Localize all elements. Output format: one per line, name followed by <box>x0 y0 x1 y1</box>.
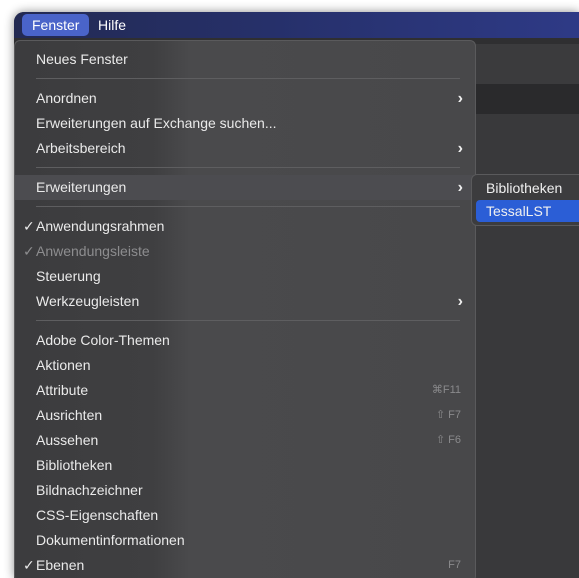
background-panel <box>470 44 579 84</box>
menu-item-werkzeugleisten[interactable]: Werkzeugleisten › <box>15 289 473 314</box>
background-panel <box>470 84 579 114</box>
fenster-menu: Neues Fenster Anordnen › Erweiterungen au… <box>14 40 476 578</box>
menu-item-anwendungsleiste: ✓ Anwendungsleiste <box>15 239 473 264</box>
shortcut-label: ⇧ F6 <box>435 434 461 446</box>
chevron-right-icon: › <box>457 140 463 157</box>
menu-item-dokumentinformationen[interactable]: Dokumentinformationen <box>15 528 473 553</box>
menu-item-neues-fenster[interactable]: Neues Fenster <box>15 47 473 72</box>
chevron-right-icon: › <box>457 179 463 196</box>
menu-item-bibliotheken[interactable]: Bibliotheken <box>15 453 473 478</box>
chevron-right-icon: › <box>457 293 463 310</box>
menu-item-erweiterungen[interactable]: Erweiterungen › <box>15 175 473 200</box>
app-window: Fenster Hilfe Neues Fenster Anordnen › Er… <box>14 12 579 578</box>
menubar-item-hilfe[interactable]: Hilfe <box>88 12 136 38</box>
menubar: Fenster Hilfe <box>14 12 579 38</box>
menu-item-attribute[interactable]: Attribute ⌘F11 <box>15 378 473 403</box>
checkmark-icon: ✓ <box>23 557 35 573</box>
menu-item-ebenen[interactable]: ✓ Ebenen F7 <box>15 553 473 578</box>
submenu-item-bibliotheken[interactable]: Bibliotheken <box>476 177 579 199</box>
menu-item-exchange[interactable]: Erweiterungen auf Exchange suchen... <box>15 111 473 136</box>
menu-item-arbeitsbereich[interactable]: Arbeitsbereich › <box>15 136 473 161</box>
menu-separator <box>36 206 460 207</box>
menubar-item-fenster[interactable]: Fenster <box>22 14 90 36</box>
menu-item-ausrichten[interactable]: Ausrichten ⇧ F7 <box>15 403 473 428</box>
chevron-right-icon: › <box>457 90 463 107</box>
menu-item-css-eigenschaften[interactable]: CSS-Eigenschaften <box>15 503 473 528</box>
shortcut-label: ⇧ F7 <box>435 409 461 421</box>
submenu-item-tessallst[interactable]: TessalLST <box>476 200 579 222</box>
menu-item-steuerung[interactable]: Steuerung <box>15 264 473 289</box>
menu-item-aussehen[interactable]: Aussehen ⇧ F6 <box>15 428 473 453</box>
menu-separator <box>36 78 460 79</box>
shortcut-label: ⌘F11 <box>431 384 461 396</box>
menu-item-anordnen[interactable]: Anordnen › <box>15 86 473 111</box>
menu-separator <box>36 320 460 321</box>
checkmark-icon: ✓ <box>23 218 35 234</box>
menu-separator <box>36 167 460 168</box>
menu-item-aktionen[interactable]: Aktionen <box>15 353 473 378</box>
shortcut-label: F7 <box>448 559 461 571</box>
erweiterungen-submenu: Bibliotheken TessalLST <box>471 174 579 226</box>
menu-item-adobe-color[interactable]: Adobe Color-Themen <box>15 328 473 353</box>
menu-item-bildnachzeichner[interactable]: Bildnachzeichner <box>15 478 473 503</box>
checkmark-icon: ✓ <box>23 243 35 259</box>
menu-item-anwendungsrahmen[interactable]: ✓ Anwendungsrahmen <box>15 214 473 239</box>
